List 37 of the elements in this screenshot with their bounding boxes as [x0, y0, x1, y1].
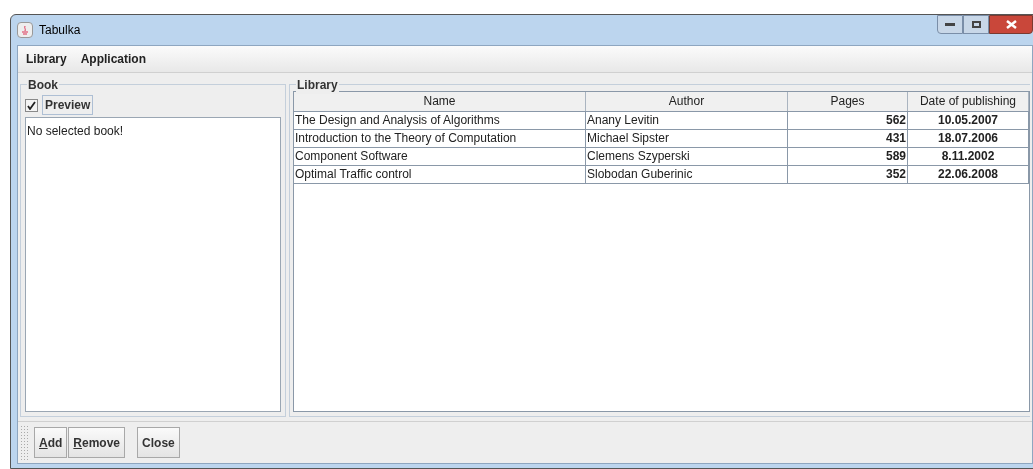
table-cell: 562 [788, 112, 908, 130]
minimize-button[interactable] [937, 15, 963, 34]
table-cell: 589 [788, 148, 908, 166]
menu-item[interactable]: Library [24, 50, 69, 68]
maximize-icon [971, 21, 981, 28]
column-header[interactable]: Date of publishing [908, 92, 1029, 111]
table-cell: 22.06.2008 [908, 166, 1029, 184]
table-cell: 10.05.2007 [908, 112, 1029, 130]
book-info-text: No selected book! [27, 124, 124, 138]
table-cell: Introduction to the Theory of Computation [294, 130, 586, 148]
toolbar-button[interactable]: Close [137, 427, 180, 458]
close-button[interactable] [989, 15, 1033, 34]
toolbar-button[interactable]: Remove [68, 427, 126, 458]
menu-item[interactable]: Application [78, 50, 149, 68]
column-header[interactable]: Pages [788, 92, 908, 111]
minimize-icon [945, 23, 955, 26]
toolbar-grip[interactable] [20, 424, 28, 461]
table-cell: Optimal Traffic control [294, 166, 586, 184]
window-title: Tabulka [39, 22, 81, 39]
table-cell: Component Software [294, 148, 586, 166]
java-icon [17, 22, 33, 38]
table-cell: 8.11.2002 [908, 148, 1029, 166]
column-header[interactable]: Name [294, 92, 586, 111]
column-header[interactable]: Author [586, 92, 788, 111]
close-icon [1005, 20, 1017, 29]
table-cell: The Design and Analysis of Algorithms [294, 112, 586, 130]
table-cell: 431 [788, 130, 908, 148]
maximize-button[interactable] [963, 15, 989, 34]
toolbar-button[interactable]: Add [34, 427, 68, 458]
table-cell: 18.07.2006 [908, 130, 1029, 148]
book-text-area[interactable]: No selected book! [25, 117, 281, 412]
table-cell: Michael Sipster [586, 130, 788, 148]
preview-checkbox[interactable]: Preview [25, 95, 281, 115]
table-cell: Slobodan Guberinic [586, 166, 788, 184]
table-cell: 352 [788, 166, 908, 184]
table-cell: Anany Levitin [586, 112, 788, 130]
table-cell: Clemens Szyperski [586, 148, 788, 166]
